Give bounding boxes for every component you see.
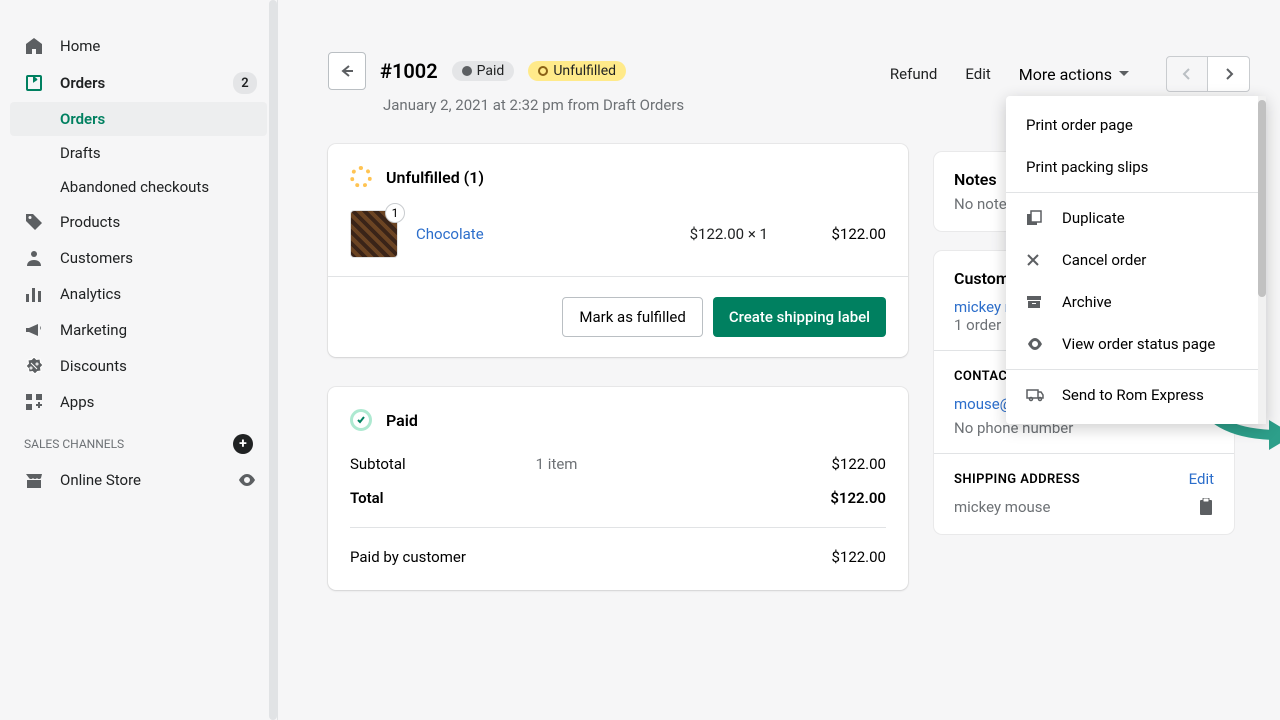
more-actions-button[interactable]: More actions: [1019, 65, 1130, 84]
archive-icon: [1026, 295, 1044, 309]
order-title: #1002: [380, 59, 438, 83]
unfulfilled-badge: Unfulfilled: [528, 61, 626, 81]
unfulfilled-card: Unfulfilled (1) 1 Chocolate $122.00 × 1 …: [328, 144, 908, 357]
nav-analytics[interactable]: Analytics: [0, 276, 277, 312]
eye-icon[interactable]: [237, 470, 257, 490]
send-rom-express-item[interactable]: Send to Rom Express: [1006, 374, 1266, 416]
home-icon: [24, 36, 44, 56]
clipboard-icon[interactable]: [1198, 498, 1214, 516]
line-item: 1 Chocolate $122.00 × 1 $122.00: [328, 204, 908, 276]
main: #1002 Paid Unfulfilled January 2, 2021 a…: [278, 0, 1280, 720]
sales-channels-header: SALES CHANNELS +: [0, 420, 277, 462]
nav-orders[interactable]: Orders 2: [0, 64, 277, 102]
print-packing-item[interactable]: Print packing slips: [1006, 146, 1266, 188]
analytics-icon: [24, 284, 44, 304]
nav-online-store[interactable]: Online Store: [0, 462, 277, 498]
nav-marketing[interactable]: Marketing: [0, 312, 277, 348]
paid-by-row: Paid by customer$122.00: [328, 540, 908, 574]
apps-icon: [24, 392, 44, 412]
create-shipping-label-button[interactable]: Create shipping label: [713, 297, 886, 337]
more-actions-menu: Print order page Print packing slips Dup…: [1006, 96, 1266, 424]
view-status-item[interactable]: View order status page: [1006, 323, 1266, 365]
add-channel-icon[interactable]: +: [233, 434, 253, 454]
shipping-icon: [1026, 388, 1044, 402]
product-thumbnail: 1: [350, 210, 398, 258]
back-button[interactable]: [328, 52, 366, 90]
subtotal-row: Subtotal1 item$122.00: [328, 447, 908, 481]
duplicate-icon: [1026, 210, 1044, 226]
order-meta: January 2, 2021 at 2:32 pm from Draft Or…: [383, 96, 908, 114]
nav-discounts[interactable]: Discounts: [0, 348, 277, 384]
orders-icon: [24, 73, 44, 93]
megaphone-icon: [24, 320, 44, 340]
nav-customers[interactable]: Customers: [0, 240, 277, 276]
total-row: Total$122.00: [328, 481, 908, 515]
next-order[interactable]: [1208, 56, 1250, 92]
tag-icon: [24, 212, 44, 232]
paid-badge: Paid: [452, 61, 515, 81]
paid-card: Paid Subtotal1 item$122.00 Total$122.00 …: [328, 387, 908, 590]
nav-orders-sub[interactable]: Orders: [10, 102, 267, 136]
edit-shipping[interactable]: Edit: [1189, 470, 1214, 488]
paid-check-icon: [350, 409, 372, 431]
refund-link[interactable]: Refund: [890, 65, 937, 83]
chevron-down-icon: [1118, 70, 1130, 78]
archive-item[interactable]: Archive: [1006, 281, 1266, 323]
qty-badge: 1: [385, 203, 405, 223]
discount-icon: [24, 356, 44, 376]
print-order-item[interactable]: Print order page: [1006, 104, 1266, 146]
orders-count-badge: 2: [233, 72, 257, 94]
close-icon: [1026, 253, 1044, 267]
prev-order[interactable]: [1166, 56, 1208, 92]
mark-fulfilled-button[interactable]: Mark as fulfilled: [562, 297, 702, 337]
nav-products[interactable]: Products: [0, 204, 277, 240]
header-actions: Refund Edit More actions: [890, 56, 1250, 92]
nav-drafts[interactable]: Drafts: [0, 136, 277, 170]
nav-home[interactable]: Home: [0, 28, 277, 64]
cancel-order-item[interactable]: Cancel order: [1006, 239, 1266, 281]
store-icon: [24, 470, 44, 490]
product-link[interactable]: Chocolate: [416, 225, 484, 243]
unfulfilled-ring-icon: [350, 166, 372, 188]
person-icon: [24, 248, 44, 268]
nav-abandoned[interactable]: Abandoned checkouts: [0, 170, 277, 204]
sidebar: Home Orders 2 Orders Drafts Abandoned ch…: [0, 0, 278, 720]
duplicate-item[interactable]: Duplicate: [1006, 197, 1266, 239]
edit-link[interactable]: Edit: [965, 65, 990, 83]
eye-icon: [1026, 338, 1044, 350]
nav-apps[interactable]: Apps: [0, 384, 277, 420]
